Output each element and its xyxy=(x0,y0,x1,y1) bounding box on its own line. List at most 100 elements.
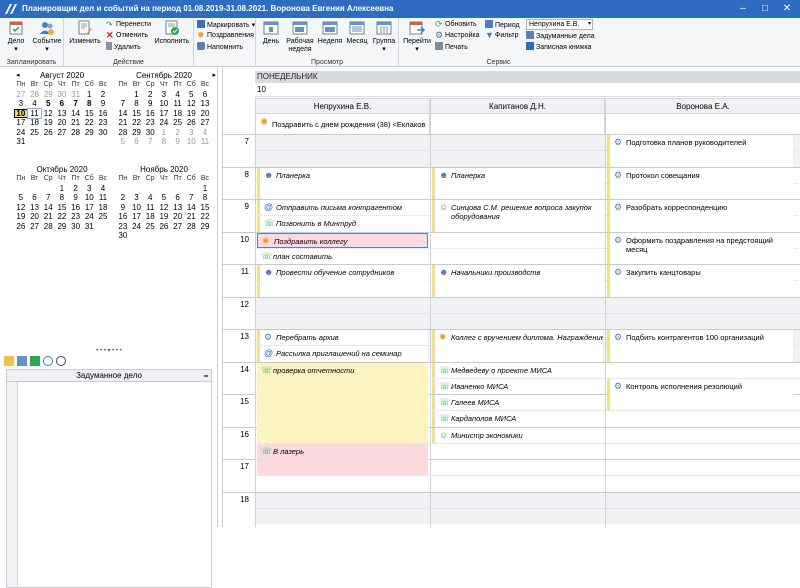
calendar-day[interactable]: 30 xyxy=(116,231,130,241)
calendar-day[interactable]: 9 xyxy=(116,203,130,213)
schedule-event[interactable]: ☻ Планерка xyxy=(257,167,428,199)
refresh-icon[interactable] xyxy=(43,356,53,366)
remind-button[interactable]: Напомнить xyxy=(197,42,243,52)
calendar-day[interactable]: 6 xyxy=(55,99,69,109)
calendar-day[interactable]: 22 xyxy=(130,118,144,128)
calendar-day[interactable]: 6 xyxy=(171,193,185,203)
calendar-day[interactable]: 5 xyxy=(41,99,55,109)
schedule-event[interactable]: ⚙ Перебрать архив xyxy=(257,330,428,346)
calendar-day[interactable]: 12 xyxy=(14,203,28,213)
schedule-event[interactable]: ☺ Министр экономики xyxy=(432,427,603,443)
calendar-day[interactable]: 9 xyxy=(171,137,185,147)
calendar-day[interactable]: 3 xyxy=(157,90,171,100)
calendar-day[interactable]: 11 xyxy=(198,137,212,147)
calendar-day[interactable]: 7 xyxy=(69,99,83,109)
resource-header[interactable]: Капитанов Д.Н. xyxy=(430,98,605,114)
calendar-day[interactable]: 5 xyxy=(184,90,198,100)
calendar-day[interactable]: 2 xyxy=(171,128,185,138)
calendar-day[interactable]: 14 xyxy=(69,109,83,119)
calendar-day[interactable]: 16 xyxy=(96,109,110,119)
calendar-day[interactable]: 7 xyxy=(41,193,55,203)
calendar-day[interactable]: 9 xyxy=(96,99,110,109)
mark-button[interactable]: Маркировать ▾ xyxy=(197,20,255,30)
calendar-day[interactable]: 31 xyxy=(82,222,96,232)
calendar-day[interactable]: 24 xyxy=(157,118,171,128)
calendar-day[interactable]: 8 xyxy=(198,193,212,203)
view-workweek-button[interactable]: Рабочая неделя xyxy=(284,20,316,54)
view-week-button[interactable]: Неделя xyxy=(317,20,343,46)
allday-cell[interactable] xyxy=(605,114,800,136)
calendar-day[interactable]: 6 xyxy=(130,137,144,147)
view-group-button[interactable]: Группа ▾ xyxy=(371,20,397,54)
calendar-day[interactable]: 28 xyxy=(184,222,198,232)
calendar-day[interactable]: 25 xyxy=(143,222,157,232)
cancel-button[interactable]: ✕ Отменить xyxy=(106,31,148,41)
schedule-event[interactable]: ⚙ Оформить поздравления на предстоящий ме… xyxy=(607,232,793,264)
user-select[interactable]: Непрухина Е.В. ▾ xyxy=(526,19,593,30)
calendar-day[interactable]: 24 xyxy=(82,212,96,222)
congratulations-button[interactable]: ✹ Поздравления xyxy=(197,31,254,41)
schedule-event[interactable]: ☺ Синцова С.М. решение вопроса закупок об… xyxy=(432,200,603,232)
calendar-day[interactable]: 1 xyxy=(82,90,96,100)
calendar-day[interactable]: 3 xyxy=(184,128,198,138)
schedule-event[interactable]: ✹ Поздравить коллегу xyxy=(257,232,428,248)
delete-button[interactable]: Удалить xyxy=(106,42,141,52)
calendar-day[interactable]: 9 xyxy=(69,193,83,203)
calendar-day[interactable]: 20 xyxy=(28,212,42,222)
calendar-day[interactable]: 25 xyxy=(171,118,185,128)
close-button[interactable]: ✕ xyxy=(776,1,798,17)
calendar-day[interactable]: 4 xyxy=(96,184,110,194)
calendar-day[interactable]: 13 xyxy=(28,203,42,213)
calendar-day[interactable]: 1 xyxy=(55,184,69,194)
schedule-event[interactable]: @ Рассылка приглашений на семинар xyxy=(257,346,428,362)
calendar-day[interactable]: 28 xyxy=(41,222,55,232)
panel-splitter[interactable]: • • • ▾ • • • xyxy=(4,348,214,354)
calendar-day[interactable]: 29 xyxy=(130,128,144,138)
execute-button[interactable]: Исполнить xyxy=(152,20,192,46)
calendar-day[interactable]: 12 xyxy=(157,203,171,213)
calendar-day[interactable]: 26 xyxy=(184,118,198,128)
calendar-day[interactable]: 24 xyxy=(14,128,28,138)
calendar-day[interactable]: 14 xyxy=(116,109,130,119)
calendar-day[interactable]: 21 xyxy=(184,212,198,222)
calendar-day[interactable]: 25 xyxy=(28,128,42,138)
calendar-day[interactable]: 15 xyxy=(82,109,96,119)
calendar-day[interactable]: 17 xyxy=(14,118,28,128)
next-month-arrow[interactable]: ▸ xyxy=(212,71,216,79)
calendar-day[interactable]: 12 xyxy=(41,109,55,119)
calendar-day[interactable]: 31 xyxy=(14,137,28,147)
calendar-day[interactable]: 18 xyxy=(96,203,110,213)
calendar-day[interactable]: 22 xyxy=(55,212,69,222)
calendar-day[interactable]: 11 xyxy=(26,107,43,119)
calendar-day[interactable]: 18 xyxy=(171,109,185,119)
calendar-day[interactable]: 2 xyxy=(96,90,110,100)
calendar-day[interactable]: 14 xyxy=(41,203,55,213)
calendar-day[interactable]: 28 xyxy=(28,90,42,100)
calendar-day[interactable]: 4 xyxy=(198,128,212,138)
schedule-event[interactable]: ⚙ Разобрать корреспонденцию xyxy=(607,200,793,232)
calendar-day[interactable]: 5 xyxy=(116,137,130,147)
edit-idea-icon[interactable] xyxy=(17,356,27,366)
calendar-day[interactable]: 1 xyxy=(198,184,212,194)
calendar-day[interactable]: 30 xyxy=(55,90,69,100)
calendar-day[interactable]: 28 xyxy=(116,128,130,138)
schedule-event[interactable]: ☏ Галеев МИСА xyxy=(432,395,603,411)
schedule-event[interactable]: ☏ Медведеву о проекте МИСА xyxy=(432,362,603,378)
schedule-event[interactable]: ☏ В лазерь xyxy=(257,443,428,476)
calendar-day[interactable]: 11 xyxy=(143,203,157,213)
settings-button[interactable]: ⚙ Настройка xyxy=(435,31,479,41)
schedule-event[interactable]: ☻ Планерка xyxy=(432,167,603,199)
calendar-day[interactable]: 23 xyxy=(96,118,110,128)
calendar-day[interactable]: 10 xyxy=(184,137,198,147)
period-button[interactable]: Период xyxy=(485,20,520,30)
calendar-day[interactable]: 23 xyxy=(69,212,83,222)
calendar-day[interactable]: 27 xyxy=(198,118,212,128)
calendar-day[interactable]: 21 xyxy=(41,212,55,222)
schedule-event[interactable]: ☏ план составить xyxy=(257,248,428,264)
calendar-day[interactable]: 29 xyxy=(82,128,96,138)
add-idea-icon[interactable] xyxy=(4,356,14,366)
calendar-day[interactable]: 13 xyxy=(171,203,185,213)
calendar-day[interactable]: 8 xyxy=(55,193,69,203)
calendar-day[interactable]: 8 xyxy=(157,137,171,147)
calendar-day[interactable]: 10 xyxy=(157,99,171,109)
